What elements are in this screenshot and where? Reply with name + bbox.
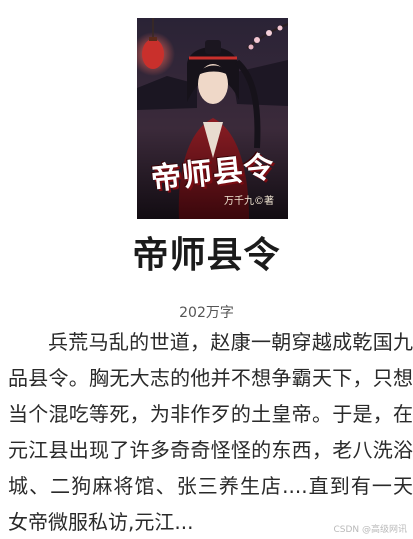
book-synopsis[interactable]: 兵荒马乱的世道，赵康一朝穿越成乾国九品县令。胸无大志的他并不想争霸天下，只想当个… [8,324,413,539]
book-detail-page: 帝师县令 万千九©著 帝师县令 202万字 兵荒马乱的世道，赵康一朝穿越成乾国九… [0,0,413,539]
word-count: 202万字 [179,305,234,321]
book-cover[interactable]: 帝师县令 万千九©著 [137,18,288,219]
book-title: 帝师县令 [132,235,281,276]
cover-author: 万千九©著 [224,196,274,207]
watermark: CSDN @高级网讯 [333,525,407,535]
